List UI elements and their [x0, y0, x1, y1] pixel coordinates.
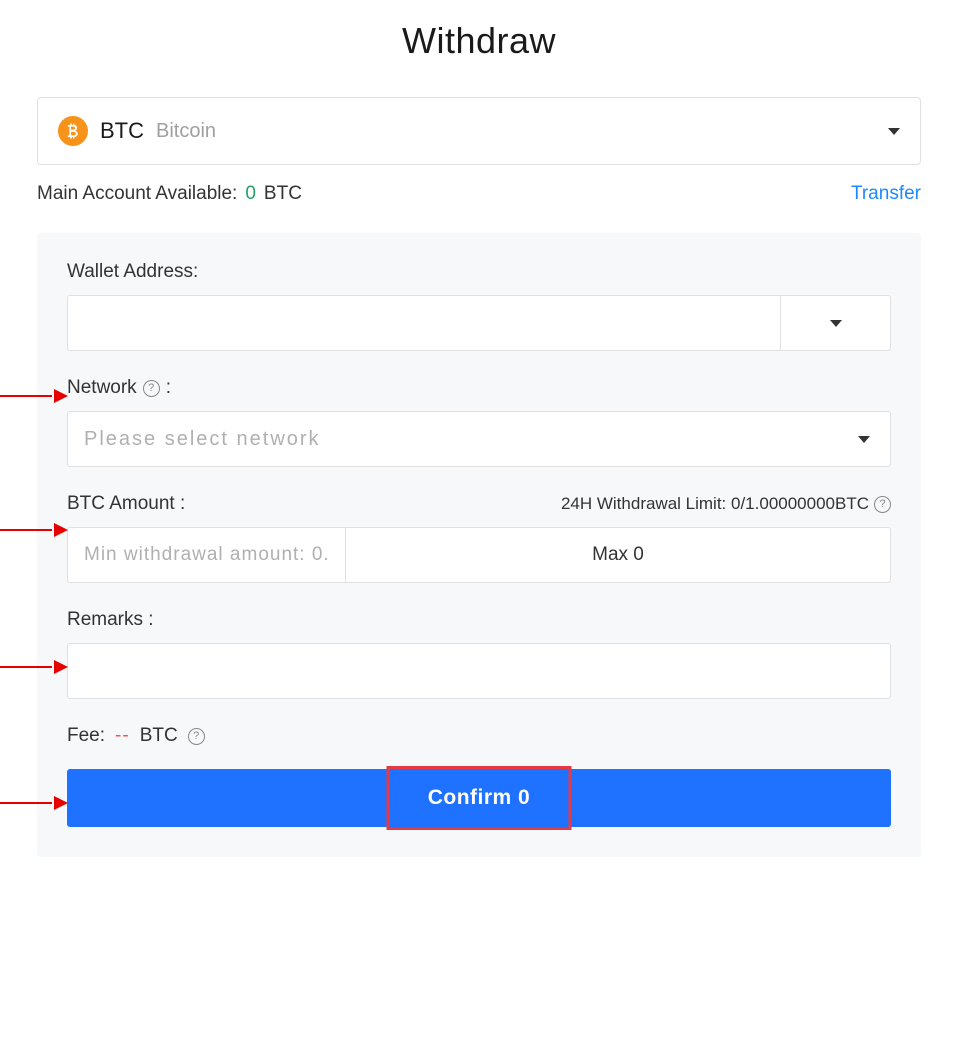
remarks-label: Remarks :: [67, 609, 891, 631]
network-label: Network ? :: [67, 377, 891, 399]
remarks-row: Remarks :: [67, 609, 891, 699]
max-button[interactable]: Max 0: [345, 528, 890, 582]
currency-display: BTC Bitcoin: [58, 116, 216, 146]
fee-value: --: [115, 725, 130, 747]
network-row: Network ? : Please select network: [67, 377, 891, 467]
currency-selector[interactable]: BTC Bitcoin: [37, 97, 921, 165]
amount-row: BTC Amount : 24H Withdrawal Limit: 0/1.0…: [67, 493, 891, 583]
amount-input[interactable]: [68, 528, 345, 582]
network-select[interactable]: Please select network: [67, 411, 891, 467]
amount-label: BTC Amount :: [67, 493, 185, 515]
withdrawal-limit-text: 24H Withdrawal Limit: 0/1.00000000BTC: [561, 494, 869, 514]
page-title: Withdraw: [37, 20, 921, 62]
network-placeholder: Please select network: [84, 428, 321, 451]
amount-input-group: Max 0: [67, 527, 891, 583]
account-info-row: Main Account Available: 0 BTC Transfer: [37, 183, 921, 205]
transfer-link[interactable]: Transfer: [851, 183, 921, 205]
remarks-input[interactable]: [67, 643, 891, 699]
fee-label: Fee:: [67, 725, 105, 747]
wallet-address-row: Wallet Address:: [67, 261, 891, 351]
help-icon[interactable]: ?: [188, 728, 205, 745]
bitcoin-icon: [58, 116, 88, 146]
chevron-down-icon: [888, 128, 900, 135]
wallet-address-label: Wallet Address:: [67, 261, 891, 283]
confirm-button-label: Confirm 0: [428, 786, 531, 809]
confirm-button[interactable]: Confirm 0: [67, 769, 891, 827]
help-icon[interactable]: ?: [143, 380, 160, 397]
currency-name: Bitcoin: [156, 120, 216, 143]
help-icon[interactable]: ?: [874, 496, 891, 513]
network-label-text: Network: [67, 377, 137, 399]
wallet-address-group: [67, 295, 891, 351]
currency-symbol: BTC: [100, 118, 144, 144]
chevron-down-icon: [858, 436, 870, 443]
network-label-colon: :: [166, 377, 171, 399]
fee-unit: BTC: [140, 725, 178, 747]
wallet-address-dropdown-button[interactable]: [780, 296, 890, 350]
fee-row: Fee: -- BTC ?: [67, 725, 891, 747]
account-balance-unit: BTC: [264, 183, 302, 205]
account-balance: 0: [245, 183, 256, 205]
account-available-label: Main Account Available:: [37, 183, 237, 205]
wallet-address-input[interactable]: [68, 296, 780, 350]
withdrawal-limit: 24H Withdrawal Limit: 0/1.00000000BTC ?: [561, 494, 891, 514]
withdraw-form-panel: Wallet Address: Network ? : Please selec…: [37, 233, 921, 857]
chevron-down-icon: [830, 320, 842, 327]
